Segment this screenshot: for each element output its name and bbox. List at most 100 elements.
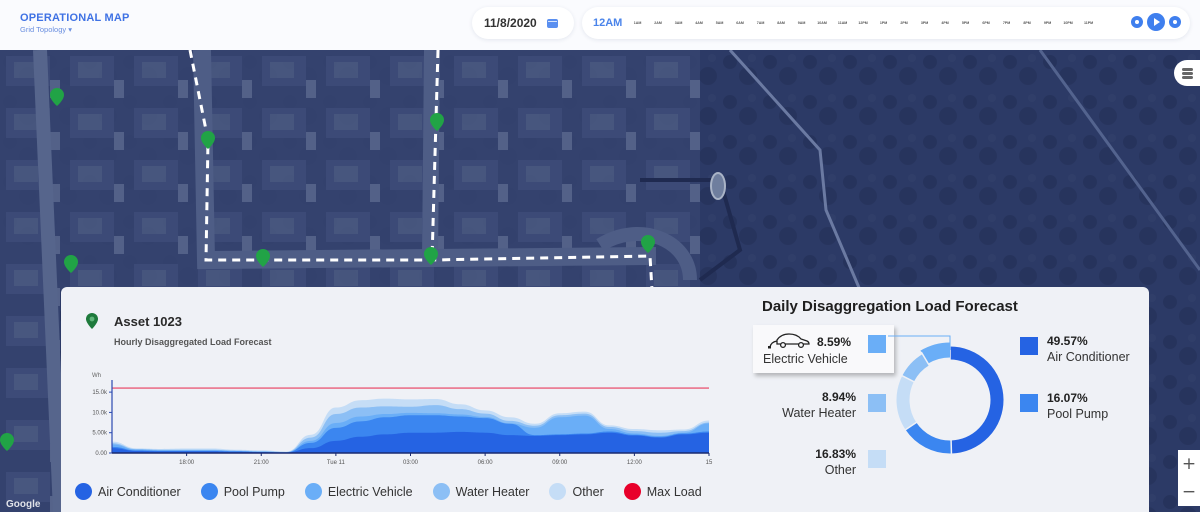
donut-category: Air Conditioner — [1047, 350, 1130, 364]
timeline-hour[interactable]: 7AM — [750, 21, 771, 25]
timeline-hour[interactable]: 10AM — [812, 21, 833, 25]
donut-swatch-other — [868, 450, 886, 468]
timeline-hour-current[interactable]: 12AM — [593, 17, 622, 29]
timeline-hour[interactable]: 12PM — [853, 21, 874, 25]
timeline-hour[interactable]: 11PM — [1078, 21, 1099, 25]
x-tick-label: 21:00 — [254, 460, 270, 466]
timeline-hour[interactable]: 9PM — [1037, 21, 1058, 25]
timeline-hour[interactable]: 7PM — [996, 21, 1017, 25]
map-attribution: Google — [6, 499, 41, 510]
legend-label: Water Heater — [455, 484, 530, 499]
map-layers-button[interactable] — [1174, 60, 1200, 86]
x-tick-label: 18:00 — [179, 460, 195, 466]
brand: OPERATIONAL MAP Grid Topology ▾ — [20, 12, 130, 34]
donut-category: Other — [824, 463, 856, 477]
top-bar: OPERATIONAL MAP Grid Topology ▾ 11/8/202… — [0, 0, 1200, 50]
donut-swatch-electric-vehicle — [868, 335, 886, 353]
play-icon[interactable] — [1147, 13, 1165, 31]
timeline-hour[interactable]: 6PM — [976, 21, 997, 25]
timeline-hour[interactable]: 6AM — [730, 21, 751, 25]
x-tick-label: 12:00 — [627, 460, 643, 466]
timeline-hour[interactable]: 5AM — [709, 21, 730, 25]
timeline-hour[interactable]: 2PM — [894, 21, 915, 25]
map-zoom-control: + − — [1178, 450, 1200, 506]
date-picker[interactable]: 11/8/2020 — [472, 7, 574, 39]
zoom-in-button[interactable]: + — [1178, 450, 1200, 478]
legend-item-water-heater[interactable]: Water Heater — [432, 483, 530, 500]
legend-swatch — [304, 483, 322, 500]
legend-item-max-load[interactable]: Max Load — [623, 483, 702, 500]
x-tick-label: 09:00 — [552, 460, 568, 466]
legend-item-electric-vehicle[interactable]: Electric Vehicle — [304, 483, 413, 500]
y-tick-label: 0.00 — [95, 451, 107, 457]
donut-slice-pool-pump[interactable] — [905, 422, 952, 454]
calendar-icon[interactable] — [546, 18, 558, 28]
donut-percent: 49.57% — [1047, 334, 1088, 348]
y-tick-label: 10.0k — [92, 410, 108, 416]
operational-map-app: OPERATIONAL MAP Grid Topology ▾ 11/8/202… — [0, 0, 1200, 512]
donut-label-water-heater: 8.94% Water Heater — [768, 390, 856, 420]
timeline-hour[interactable]: 5PM — [955, 21, 976, 25]
hourly-load-area-chart[interactable]: Wh 0.00 5.00k 10.0k 15.0k 18:00 21:00 Tue 11 03:… — [80, 366, 720, 474]
y-axis-label: Wh — [92, 373, 101, 379]
legend-label: Air Conditioner — [98, 484, 181, 499]
daily-disaggregation-donut[interactable] — [880, 330, 1020, 470]
x-tick-label: Tue 11 — [327, 460, 346, 466]
timeline-hour[interactable]: 3PM — [914, 21, 935, 25]
hour-timeline: 12AM 1AM 2AM 3AM 4AM 5AM 6AM 7AM 8AM 9AM 10AM 11AM… — [582, 7, 1190, 39]
donut-percent: 16.07% — [1047, 391, 1088, 405]
legend-label: Max Load — [646, 484, 702, 499]
legend-swatch — [75, 483, 92, 500]
timeline-hour[interactable]: 1AM — [627, 21, 648, 25]
donut-label-pool-pump: 16.07% Pool Pump — [1047, 391, 1108, 421]
playback-controls — [1131, 13, 1181, 31]
grid-topology-dropdown[interactable]: Grid Topology ▾ — [20, 25, 130, 34]
asset-subtitle: Hourly Disaggregated Load Forecast — [114, 337, 272, 347]
donut-slice-other[interactable] — [896, 375, 917, 430]
donut-swatch-pool-pump — [1020, 394, 1038, 412]
date-value: 11/8/2020 — [484, 16, 537, 30]
timeline-hour[interactable]: 9AM — [791, 21, 812, 25]
donut-swatch-air-conditioner — [1020, 337, 1038, 355]
legend-label: Electric Vehicle — [327, 484, 413, 499]
donut-label-electric-vehicle: 8.59% Electric Vehicle — [763, 333, 851, 366]
donut-percent: 8.59% — [817, 335, 852, 349]
asset-title: Asset 1023 — [114, 314, 182, 329]
legend-swatch — [200, 483, 218, 500]
timeline-hour[interactable]: 3AM — [668, 21, 689, 25]
donut-category: Water Heater — [782, 406, 856, 420]
timeline-hour[interactable]: 8AM — [771, 21, 792, 25]
timeline-hour[interactable]: 4PM — [935, 21, 956, 25]
donut-category: Electric Vehicle — [763, 352, 848, 366]
layers-icon — [1181, 67, 1193, 79]
map-pin-icon — [86, 313, 98, 329]
legend-item-pool-pump[interactable]: Pool Pump — [200, 483, 285, 500]
donut-percent: 8.94% — [821, 390, 856, 404]
timeline-hour[interactable]: 1PM — [873, 21, 894, 25]
timeline-hour[interactable]: 11AM — [832, 21, 853, 25]
x-tick-label: 15 — [706, 460, 713, 466]
legend-swatch — [432, 483, 450, 500]
timeline-hour[interactable]: 8PM — [1017, 21, 1038, 25]
x-tick-label: 06:00 — [478, 460, 494, 466]
donut-label-air-conditioner: 49.57% Air Conditioner — [1047, 334, 1130, 364]
zoom-out-button[interactable]: − — [1178, 478, 1200, 506]
next-icon[interactable] — [1169, 16, 1181, 28]
timeline-hour[interactable]: 4AM — [689, 21, 710, 25]
legend-item-other[interactable]: Other — [549, 483, 604, 500]
y-tick-label: 15.0k — [92, 390, 108, 396]
donut-slice-electric-vehicle[interactable] — [920, 342, 951, 364]
timeline-hour[interactable]: 10PM — [1058, 21, 1079, 25]
timeline-hours: 1AM 2AM 3AM 4AM 5AM 6AM 7AM 8AM 9AM 10AM 11AM 12PM 1… — [627, 21, 1099, 25]
previous-icon[interactable] — [1131, 16, 1143, 28]
donut-swatch-water-heater — [868, 394, 886, 412]
legend-item-air-conditioner[interactable]: Air Conditioner — [75, 483, 181, 500]
donut-category: Pool Pump — [1047, 407, 1109, 421]
donut-title: Daily Disaggregation Load Forecast — [762, 298, 1018, 315]
app-title: OPERATIONAL MAP — [20, 12, 130, 24]
legend-swatch — [549, 483, 567, 500]
donut-slice-air-conditioner[interactable] — [949, 346, 1004, 454]
timeline-hour[interactable]: 2AM — [648, 21, 669, 25]
donut-slice-water-heater[interactable] — [902, 354, 930, 382]
legend-swatch — [623, 483, 641, 500]
